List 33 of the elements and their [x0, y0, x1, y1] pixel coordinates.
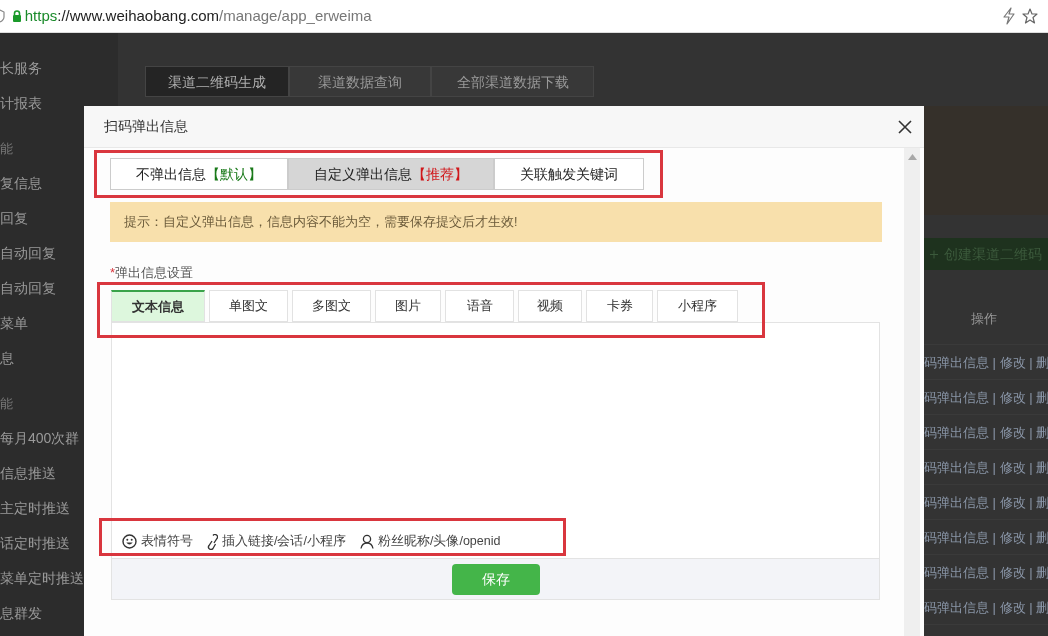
mode-tab[interactable]: 自定义弹出信息【推荐】	[288, 158, 494, 190]
mode-tab[interactable]: 不弹出信息【默认】	[110, 158, 288, 190]
content-tab[interactable]: 文本信息	[111, 290, 205, 322]
page-tab[interactable]: 渠道数据查询	[289, 66, 431, 97]
lightning-icon[interactable]	[1001, 7, 1016, 25]
lock-icon	[11, 10, 22, 22]
link-icon	[207, 533, 218, 550]
sidebar-section-label: 能	[0, 140, 13, 158]
toolbar-button[interactable]: 表情符号	[122, 532, 193, 551]
notice-text: 提示：自定义弹出信息，信息内容不能为空，需要保存提交后才生效!	[110, 202, 882, 242]
content-tab[interactable]: 多图文	[292, 290, 371, 322]
url-text[interactable]: https://www.weihaobang.com/manage/app_erweima	[24, 4, 372, 28]
user-icon	[359, 534, 374, 550]
section-label: *弹出信息设置	[110, 264, 195, 282]
sidebar-item[interactable]: 长服务	[0, 51, 118, 86]
content-tab[interactable]: 卡券	[586, 290, 653, 322]
content-tab[interactable]: 语音	[445, 290, 514, 322]
content-tab[interactable]: 小程序	[657, 290, 738, 322]
page-tab[interactable]: 渠道二维码生成	[145, 66, 289, 97]
content-tab[interactable]: 图片	[375, 290, 441, 322]
shield-icon	[0, 9, 5, 23]
save-button[interactable]: 保存	[451, 563, 540, 595]
scrollbar[interactable]	[904, 148, 920, 636]
mode-tab[interactable]: 关联触发关键词	[494, 158, 644, 190]
content-tab[interactable]: 单图文	[209, 290, 288, 322]
close-icon[interactable]	[898, 119, 912, 134]
sidebar-section-label: 能	[0, 395, 13, 413]
content-tab[interactable]: 视频	[518, 290, 582, 322]
star-icon[interactable]	[1022, 8, 1038, 24]
toolbar-button[interactable]: 插入链接/会话/小程序	[207, 532, 346, 551]
smiley-icon	[122, 534, 137, 550]
page-tab[interactable]: 全部渠道数据下载	[431, 66, 594, 97]
toolbar-button[interactable]: 粉丝昵称/头像/openid	[359, 532, 501, 551]
